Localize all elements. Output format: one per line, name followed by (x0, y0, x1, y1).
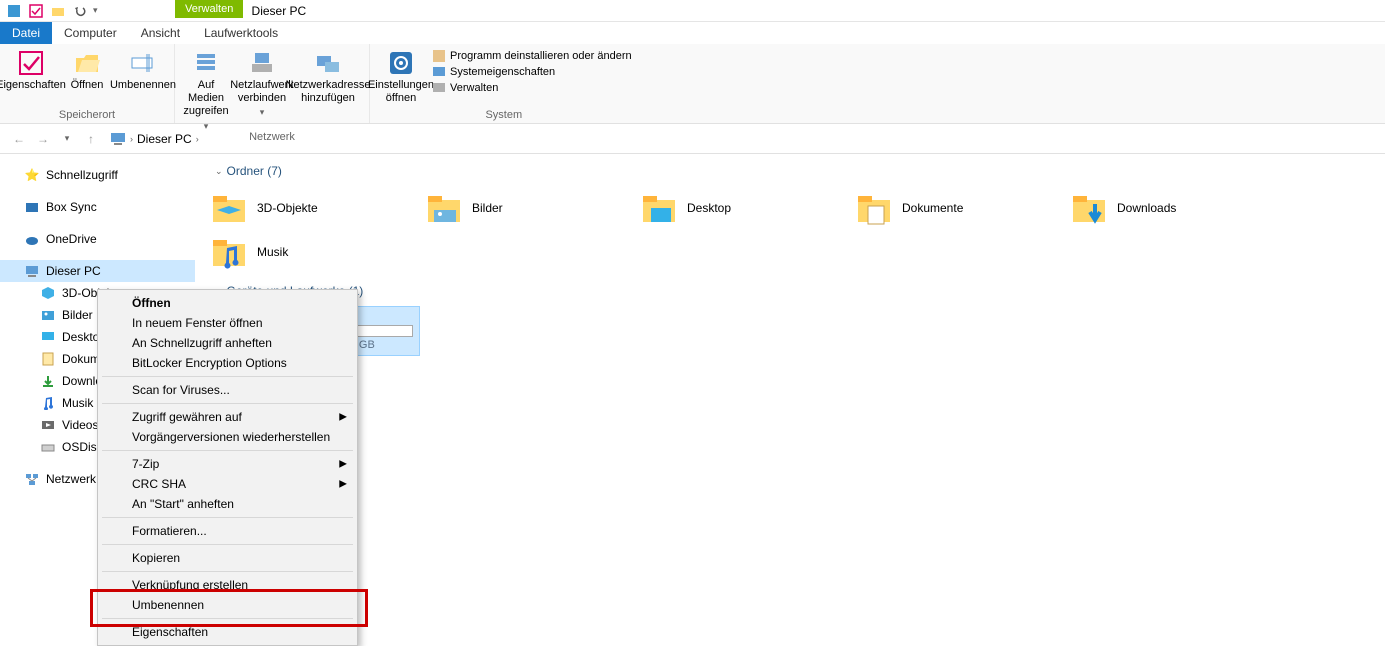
ribbon-add-netloc-button[interactable]: Netzwerkadresse hinzufügen (293, 46, 363, 105)
uninstall-icon (432, 49, 446, 63)
group-header-folders[interactable]: ⌄ Ordner (7) (215, 164, 1375, 178)
map-drive-icon (248, 49, 276, 77)
folder-pictures[interactable]: Bilder (420, 186, 635, 230)
pictures-icon (40, 307, 56, 323)
media-server-icon (192, 49, 220, 77)
cm-pin-quick[interactable]: An Schnellzugriff anheften (100, 333, 355, 353)
videos-icon (40, 417, 56, 433)
chevron-right-icon[interactable]: › (130, 134, 133, 144)
desktop-icon (641, 190, 677, 226)
ribbon-map-drive-button[interactable]: Netzlaufwerk verbinden▾ (237, 46, 287, 118)
folder-3d-objects[interactable]: 3D-Objekte (205, 186, 420, 230)
folder-downloads[interactable]: Downloads (1065, 186, 1280, 230)
ribbon-group-system: Einstellungen öffnen Programm deinstalli… (370, 44, 638, 123)
cm-rename[interactable]: Umbenennen (100, 595, 355, 615)
breadcrumb[interactable]: › Dieser PC › (106, 128, 1375, 150)
pictures-icon (426, 190, 462, 226)
ribbon-media-access-button[interactable]: Auf Medien zugreifen▾ (181, 46, 231, 131)
cm-bitlocker[interactable]: BitLocker Encryption Options (100, 353, 355, 373)
downloads-icon (1071, 190, 1107, 226)
cm-7zip[interactable]: 7-Zip▶ (100, 454, 355, 474)
qat-properties-icon[interactable] (27, 2, 45, 20)
ribbon-group-network: Auf Medien zugreifen▾ Netzlaufwerk verbi… (175, 44, 370, 123)
qat-undo-icon[interactable] (71, 2, 89, 20)
folder-documents[interactable]: Dokumente (850, 186, 1065, 230)
address-bar-row: ← → ▾ ↑ › Dieser PC › (0, 124, 1385, 154)
documents-icon (40, 351, 56, 367)
content-pane: ⌄ Ordner (7) 3D-Objekte Bilder Desktop D… (195, 154, 1385, 646)
system-props-icon (432, 65, 446, 79)
cm-crc-sha[interactable]: CRC SHA▶ (100, 474, 355, 494)
ribbon-rename-button[interactable]: Umbenennen (118, 46, 168, 92)
ribbon-context-tab[interactable]: Verwalten (175, 0, 243, 18)
cm-open[interactable]: Öffnen (100, 293, 355, 313)
downloads-icon (40, 373, 56, 389)
chevron-down-icon: ⌄ (215, 166, 223, 177)
add-netloc-icon (314, 49, 342, 77)
music-icon (40, 395, 56, 411)
window-title: Dieser PC (252, 4, 307, 18)
ribbon-system-props-button[interactable]: Systemeigenschaften (432, 65, 632, 79)
cm-scan-viruses[interactable]: Scan for Viruses... (100, 380, 355, 400)
tree-this-pc[interactable]: Dieser PC (0, 260, 195, 282)
ribbon-tab-strip: Datei Computer Ansicht Laufwerktools (0, 22, 1385, 44)
cm-grant-access[interactable]: Zugriff gewähren auf▶ (100, 407, 355, 427)
gear-icon (387, 49, 415, 77)
folder-music[interactable]: Musik (205, 230, 420, 274)
qat-customize-icon[interactable]: ▾ (93, 5, 98, 16)
drive-icon (40, 439, 56, 455)
ribbon-open-button[interactable]: Öffnen (62, 46, 112, 92)
ribbon-open-settings-button[interactable]: Einstellungen öffnen (376, 46, 426, 105)
cm-pin-start[interactable]: An "Start" anheften (100, 494, 355, 514)
ribbon-uninstall-button[interactable]: Programm deinstallieren oder ändern (432, 49, 632, 63)
ribbon-manage-button[interactable]: Verwalten (432, 81, 632, 95)
qat-new-folder-icon[interactable] (49, 2, 67, 20)
properties-icon (17, 49, 45, 77)
this-pc-icon (24, 263, 40, 279)
manage-icon (432, 81, 446, 95)
ribbon-body: Eigenschaften Öffnen Umbenennen Speicher… (0, 44, 1385, 124)
this-pc-icon (110, 131, 126, 147)
group-header-drives[interactable]: ⌄ Geräte und Laufwerke (1) (215, 284, 1375, 298)
desktop-icon (40, 329, 56, 345)
cloud-icon (24, 231, 40, 247)
cm-new-window[interactable]: In neuem Fenster öffnen (100, 313, 355, 333)
3d-objects-icon (40, 285, 56, 301)
app-icon (5, 2, 23, 20)
tab-computer[interactable]: Computer (52, 22, 129, 44)
up-button[interactable]: ↑ (82, 130, 100, 148)
forward-button[interactable]: → (34, 130, 52, 148)
chevron-right-icon: ▶ (339, 412, 347, 423)
star-icon: ⭐ (24, 167, 40, 183)
cm-format[interactable]: Formatieren... (100, 521, 355, 541)
chevron-right-icon[interactable]: › (196, 134, 199, 144)
cm-restore-previous[interactable]: Vorgängerversionen wiederherstellen (100, 427, 355, 447)
breadcrumb-current[interactable]: Dieser PC (137, 132, 192, 146)
chevron-right-icon: ▶ (339, 459, 347, 470)
ribbon-properties-button[interactable]: Eigenschaften (6, 46, 56, 92)
music-icon (211, 234, 247, 270)
ribbon-group-location: Eigenschaften Öffnen Umbenennen Speicher… (0, 44, 175, 123)
back-button[interactable]: ← (10, 130, 28, 148)
tree-quick-access[interactable]: ⭐Schnellzugriff (0, 164, 195, 186)
cm-create-shortcut[interactable]: Verknüpfung erstellen (100, 575, 355, 595)
network-icon (24, 471, 40, 487)
tab-drivetools[interactable]: Laufwerktools (192, 22, 290, 44)
cm-copy[interactable]: Kopieren (100, 548, 355, 568)
tab-file[interactable]: Datei (0, 22, 52, 44)
cm-properties[interactable]: Eigenschaften (100, 622, 355, 642)
rename-icon (129, 49, 157, 77)
chevron-right-icon: ▶ (339, 479, 347, 490)
folder-desktop[interactable]: Desktop (635, 186, 850, 230)
box-icon (24, 199, 40, 215)
tree-onedrive[interactable]: OneDrive (0, 228, 195, 250)
documents-icon (856, 190, 892, 226)
recent-locations-button[interactable]: ▾ (58, 130, 76, 148)
3d-objects-icon (211, 190, 247, 226)
drive-context-menu: Öffnen In neuem Fenster öffnen An Schnel… (97, 289, 358, 646)
folder-open-icon (73, 49, 101, 77)
tab-view[interactable]: Ansicht (129, 22, 192, 44)
tree-box-sync[interactable]: Box Sync (0, 196, 195, 218)
quick-access-toolbar: ▾ Verwalten Dieser PC (0, 0, 1385, 22)
